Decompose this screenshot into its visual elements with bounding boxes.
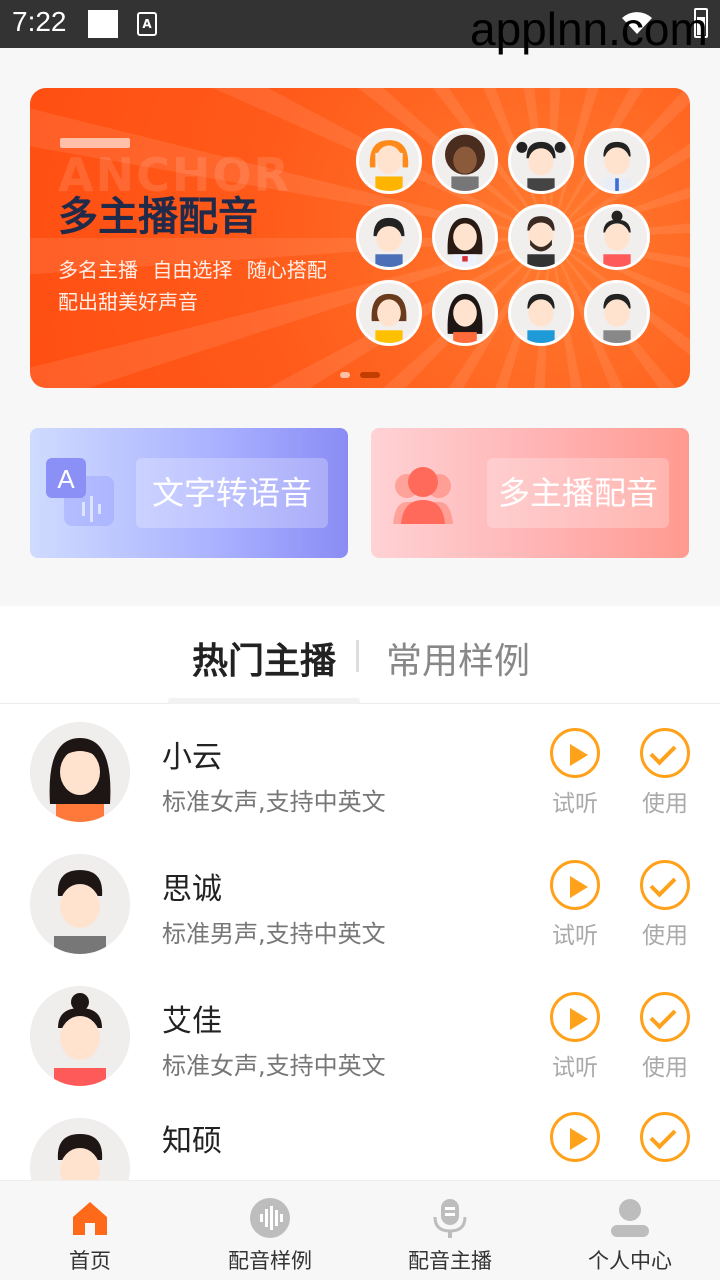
avatar-bowl-cut-boy: [356, 204, 422, 270]
carousel-dot-active[interactable]: [360, 372, 380, 378]
use-button[interactable]: [635, 1112, 695, 1162]
nav-label: 个人中心: [588, 1249, 672, 1273]
avatar-long-hair-girl: [432, 280, 498, 346]
banner-title: 多主播配音: [58, 194, 258, 240]
avatar: [30, 854, 130, 954]
anchor-description: 标准女声,支持中英文: [162, 788, 386, 816]
avatar-orange-hair-girl: [356, 128, 422, 194]
sound-wave-icon: [250, 1198, 290, 1238]
play-icon: [570, 744, 588, 766]
anchor-name: 思诚: [162, 872, 222, 907]
avatar-bun-girl: [584, 204, 650, 270]
tab-underline: [168, 698, 360, 704]
anchor-row[interactable]: 知硕: [0, 1102, 720, 1180]
anchor-name: 知硕: [162, 1124, 222, 1159]
avatar-school-girl: [432, 204, 498, 270]
anchor-description: 标准男声,支持中英文: [162, 920, 386, 948]
avatar-curly-hair-woman: [432, 128, 498, 194]
banner-subtitle-2: 配出甜美好声音: [58, 290, 198, 314]
anchor-name: 小云: [162, 740, 222, 775]
preview-label: 试听: [552, 791, 598, 817]
use-button[interactable]: 使用: [635, 728, 695, 818]
watermark: applnn.com: [470, 3, 708, 55]
svg-text:A: A: [57, 464, 75, 494]
bottom-navigation: 首页 配音样例 配音主播 个人中心: [0, 1180, 720, 1280]
nav-personal-center[interactable]: 个人中心: [540, 1181, 720, 1280]
preview-button[interactable]: [545, 1112, 605, 1162]
avatar-boy-gray-shirt: [584, 280, 650, 346]
preview-button[interactable]: 试听: [545, 992, 605, 1082]
keyboard-icon: A: [137, 12, 157, 36]
preview-button[interactable]: 试听: [545, 728, 605, 818]
anchor-panel: 热门主播 常用样例 小云 标准女声,支持中英文 试听 使用 思诚 标准男声,支持…: [0, 606, 720, 1180]
check-icon: [649, 870, 677, 898]
notification-icon: [88, 10, 118, 38]
check-icon: [649, 1122, 677, 1150]
avatar-boy-blue-shirt: [508, 280, 574, 346]
avatar: [30, 722, 130, 822]
tab-hot-anchors[interactable]: 热门主播: [192, 632, 336, 684]
use-label: 使用: [642, 791, 688, 817]
multi-anchor-label: 多主播配音: [487, 458, 669, 528]
anchor-avatar-grid: [356, 128, 656, 360]
nav-dubbing-anchors[interactable]: 配音主播: [360, 1181, 540, 1280]
nav-home[interactable]: 首页: [0, 1181, 180, 1280]
microphone-icon: [433, 1199, 467, 1238]
check-icon: [649, 738, 677, 766]
banner-accent-bar: [60, 138, 130, 148]
use-button[interactable]: 使用: [635, 860, 695, 950]
user-icon: [611, 1199, 649, 1237]
use-button[interactable]: 使用: [635, 992, 695, 1082]
nav-dubbing-samples[interactable]: 配音样例: [180, 1181, 360, 1280]
promo-banner[interactable]: ANCHOR 多主播配音 多名主播 自由选择 随心搭配 配出甜美好声音: [30, 88, 690, 388]
anchor-row[interactable]: 思诚 标准男声,支持中英文 试听 使用: [0, 838, 720, 970]
play-icon: [570, 1128, 588, 1150]
avatar: [30, 1118, 130, 1180]
avatar: [30, 986, 130, 1086]
use-label: 使用: [642, 923, 688, 949]
nav-label: 配音样例: [228, 1249, 312, 1273]
nav-label: 配音主播: [408, 1249, 492, 1273]
anchor-description: 标准女声,支持中英文: [162, 1052, 386, 1080]
text-to-speech-icon: A: [46, 458, 114, 526]
nav-label: 首页: [69, 1249, 111, 1273]
anchor-row[interactable]: 小云 标准女声,支持中英文 试听 使用: [0, 706, 720, 838]
banner-subtitle-1: 多名主播 自由选择 随心搭配: [58, 258, 327, 282]
home-icon: [73, 1202, 107, 1235]
preview-label: 试听: [552, 923, 598, 949]
preview-label: 试听: [552, 1055, 598, 1081]
status-time: 7:22: [12, 6, 67, 37]
carousel-dot[interactable]: [340, 372, 350, 378]
group-users-icon: [393, 467, 453, 524]
use-label: 使用: [642, 1055, 688, 1081]
play-icon: [570, 1008, 588, 1030]
preview-button[interactable]: 试听: [545, 860, 605, 950]
avatar-pigtail-girl: [508, 128, 574, 194]
text-to-speech-card[interactable]: A 文字转语音: [30, 428, 348, 558]
anchor-name: 艾佳: [162, 1004, 222, 1039]
avatar-bearded-man: [508, 204, 574, 270]
text-to-speech-label: 文字转语音: [136, 458, 328, 528]
avatar-boy-in-tie: [584, 128, 650, 194]
tab-common-samples[interactable]: 常用样例: [386, 632, 530, 684]
tab-bar: 热门主播 常用样例: [0, 606, 720, 704]
tab-divider: [356, 640, 359, 672]
avatar-bob-hair-woman: [356, 280, 422, 346]
anchor-row[interactable]: 艾佳 标准女声,支持中英文 试听 使用: [0, 970, 720, 1102]
multi-anchor-card[interactable]: 多主播配音: [371, 428, 689, 558]
play-icon: [570, 876, 588, 898]
status-bar: 7:22 A applnn.com: [0, 0, 720, 55]
check-icon: [649, 1002, 677, 1030]
